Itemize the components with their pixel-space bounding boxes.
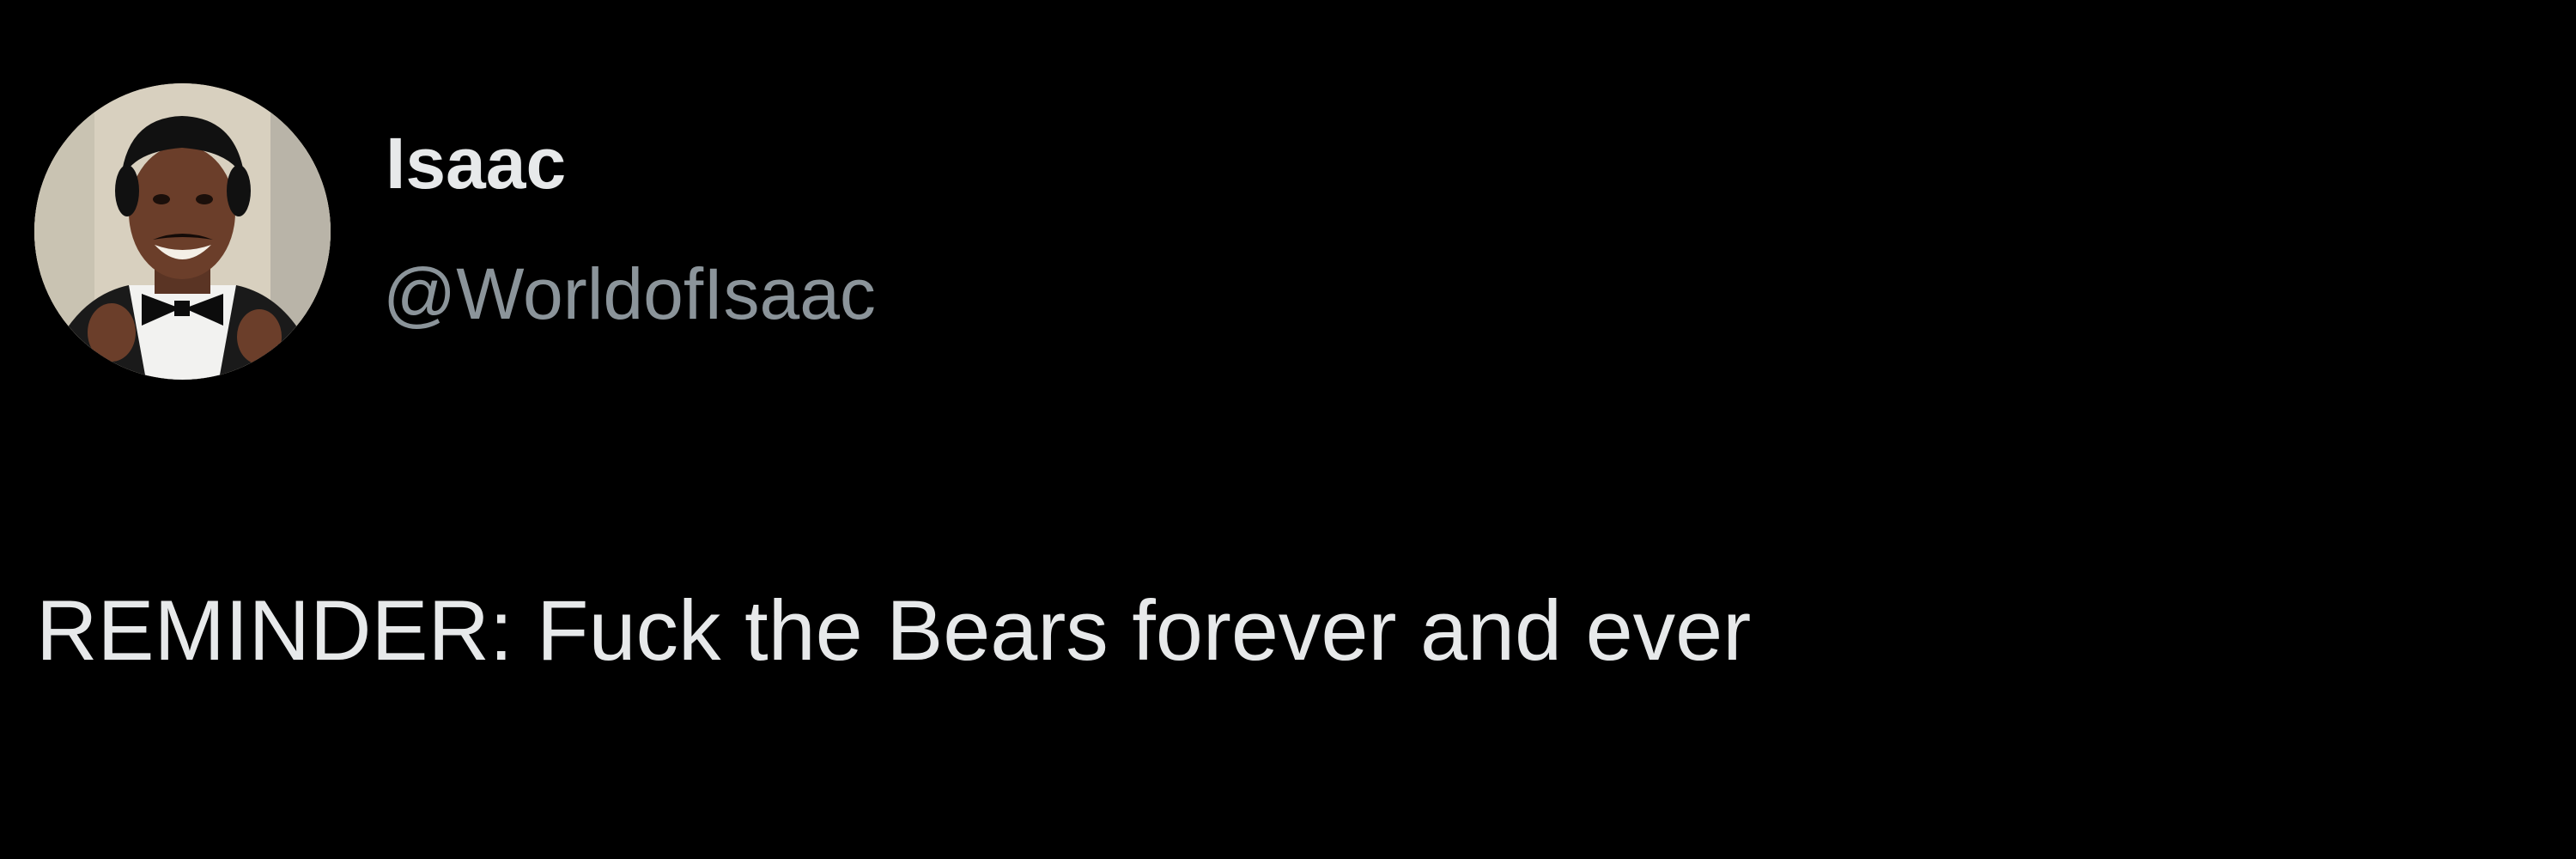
author-handle[interactable]: @WorldofIsaac — [383, 258, 876, 330]
author-display-name[interactable]: Isaac — [386, 127, 566, 199]
profile-photo-icon — [34, 83, 331, 380]
tweet-card: Isaac @WorldofIsaac REMINDER: Fuck the B… — [0, 0, 2576, 859]
tweet-text: REMINDER: Fuck the Bears forever and eve… — [36, 582, 1752, 678]
avatar[interactable] — [34, 83, 331, 380]
